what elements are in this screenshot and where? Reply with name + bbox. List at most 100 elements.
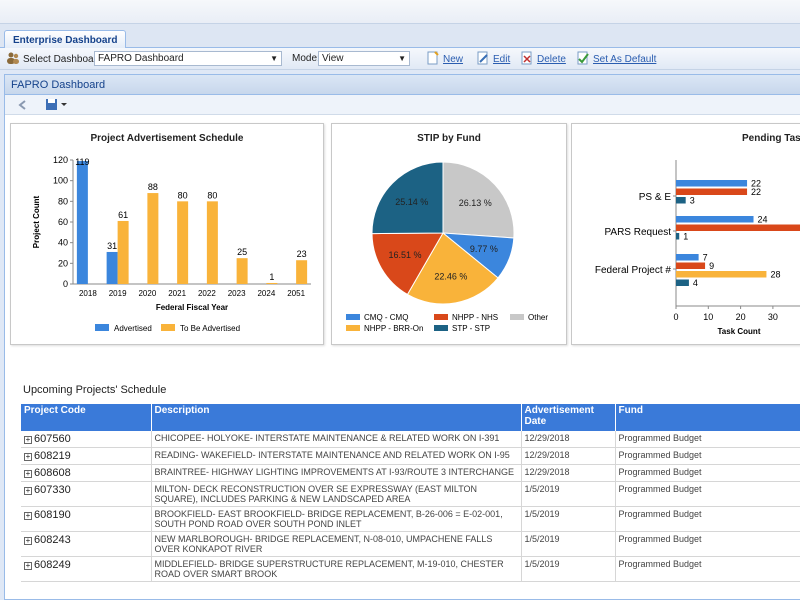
edit-button[interactable]: Edit [476,51,510,67]
date-cell: 1/5/2019 [521,481,616,507]
project-code-cell[interactable]: +608243 [21,531,152,557]
project-code-cell[interactable]: +607330 [21,481,152,507]
data-label: 4 [693,278,698,288]
x-tick-label: 2023 [228,289,246,298]
fapro-dashboard-panel: FAPRO Dashboard Project Advertisement Sc… [4,74,800,600]
slice-label: 16.51 % [388,250,421,260]
dashboard-select[interactable]: FAPRO Dashboard ▼ [94,51,282,66]
x-tick-label: 2022 [198,289,216,298]
chart-title: Pending Task [742,133,800,144]
chart-title: Project Advertisement Schedule [90,133,244,144]
column-header-description[interactable]: Description [151,404,522,431]
fund-cell: Programmed Budget [615,506,800,532]
users-icon [7,52,19,64]
fund-cell: Programmed Budget [615,531,800,557]
delete-button[interactable]: Delete [520,51,566,67]
fund-cell: Programmed Budget [615,431,800,448]
data-label: 1 [683,232,688,242]
dashboard-toolbar: Select Dashboard FAPRO Dashboard ▼ Mode: … [0,48,800,70]
table-row[interactable]: +607560 CHICOPEE- HOLYOKE- INTERSTATE MAI… [21,431,800,448]
table-row[interactable]: +607330 MILTON- DECK RECONSTRUCTION OVER … [21,481,800,507]
back-arrow-icon[interactable] [17,99,29,111]
y-tick-label: 80 [58,196,68,206]
data-label: 23 [297,249,307,259]
description-cell: NEW MARLBOROUGH- BRIDGE REPLACEMENT, N-0… [151,531,522,557]
mode-select[interactable]: View ▼ [318,51,410,66]
bar-to-be-advertised [266,282,278,284]
project-code: 607330 [34,484,71,496]
legend-swatch [510,314,524,320]
y-tick-label: 60 [58,217,68,227]
project-code: 608249 [34,559,71,571]
bar [676,180,748,187]
y-tick-label: Federal Project # [595,265,672,276]
bar-to-be-advertised [296,260,308,284]
bar-to-be-advertised [147,193,159,284]
expand-icon[interactable]: + [24,470,32,478]
x-tick-label: 2021 [168,289,186,298]
y-tick-label: 100 [53,176,68,186]
edit-icon [477,51,488,65]
project-code-cell[interactable]: +608190 [21,506,152,532]
table-row[interactable]: +608190 BROOKFIELD- EAST BROOKFIELD- BRID… [21,506,800,532]
column-header-fund[interactable]: Fund [615,404,800,431]
table-row[interactable]: +608249 MIDDLEFIELD- BRIDGE SUPERSTRUCTUR… [21,556,800,582]
table-row[interactable]: +608219 READING- WAKEFIELD- INTERSTATE MA… [21,447,800,465]
x-tick-label: 2024 [257,289,275,298]
date-cell: 1/5/2019 [521,506,616,532]
save-icon[interactable] [45,98,67,111]
legend-label: NHPP - NHS [452,313,498,322]
expand-icon[interactable]: + [24,537,32,545]
delete-icon [521,51,532,65]
y-tick-label: 20 [58,258,68,268]
bar-advertised [76,161,88,284]
data-label: 22 [751,187,761,197]
x-tick-label: 10 [703,312,713,322]
chevron-down-icon: ▼ [398,54,406,63]
table-row[interactable]: +608608 BRAINTREE- HIGHWAY LIGHTING IMPRO… [21,464,800,482]
mode-label: Mode: [292,53,320,64]
x-tick-label: 2051 [287,289,305,298]
date-cell: 12/29/2018 [521,447,616,465]
data-label: 1 [269,272,274,282]
advertisement-schedule-chart: 0 20 40 60 80 100 120 2018 2019 2020 2021 2022 2023 2… [32,155,311,333]
expand-icon[interactable]: + [24,512,32,520]
set-as-default-button[interactable]: Set As Default [576,51,656,67]
project-code-cell[interactable]: +608219 [21,447,152,465]
legend-label: To Be Advertised [180,324,240,333]
legend-swatch [434,325,448,331]
advertisement-schedule-card: Project Advertisement Schedule 0 20 40 60 80… [10,123,324,345]
expand-icon[interactable]: + [24,562,32,570]
project-code-cell[interactable]: +607560 [21,431,152,448]
bar-to-be-advertised [177,201,189,284]
bar [676,254,699,261]
fund-cell: Programmed Budget [615,556,800,582]
legend-swatch [346,325,360,331]
project-code-cell[interactable]: +608249 [21,556,152,582]
expand-icon[interactable]: + [24,436,32,444]
pending-task-card: Pending Task 01020304050PS & E22223PARS … [571,123,800,345]
schedule-title: Upcoming Projects' Schedule [23,384,167,396]
date-cell: 12/29/2018 [521,431,616,448]
table-row[interactable]: +608243 NEW MARLBOROUGH- BRIDGE REPLACEME… [21,531,800,557]
panel-toolbar [5,95,800,115]
column-header-code[interactable]: Project Code [21,404,152,431]
pending-task-chart: 01020304050PS & E22223PARS Request24411F… [595,160,800,336]
column-header-date[interactable]: Advertisement Date [521,404,616,431]
project-code: 608190 [34,509,71,521]
data-label: 24 [758,215,768,225]
description-cell: MILTON- DECK RECONSTRUCTION OVER SE EXPR… [151,481,522,507]
tab-enterprise-dashboard[interactable]: Enterprise Dashboard [4,30,127,49]
legend-label: Other [528,313,548,322]
expand-icon[interactable]: + [24,487,32,495]
date-cell: 1/5/2019 [521,531,616,557]
checkmark-icon [577,51,589,65]
panel-title: FAPRO Dashboard [5,75,800,95]
data-label: 61 [118,210,128,220]
legend-swatch [434,314,448,320]
table-header-row: Project Code Description Advertisement D… [21,404,800,431]
data-label: 80 [178,190,188,200]
project-code-cell[interactable]: +608608 [21,464,152,482]
new-button[interactable]: New [426,51,463,67]
expand-icon[interactable]: + [24,453,32,461]
